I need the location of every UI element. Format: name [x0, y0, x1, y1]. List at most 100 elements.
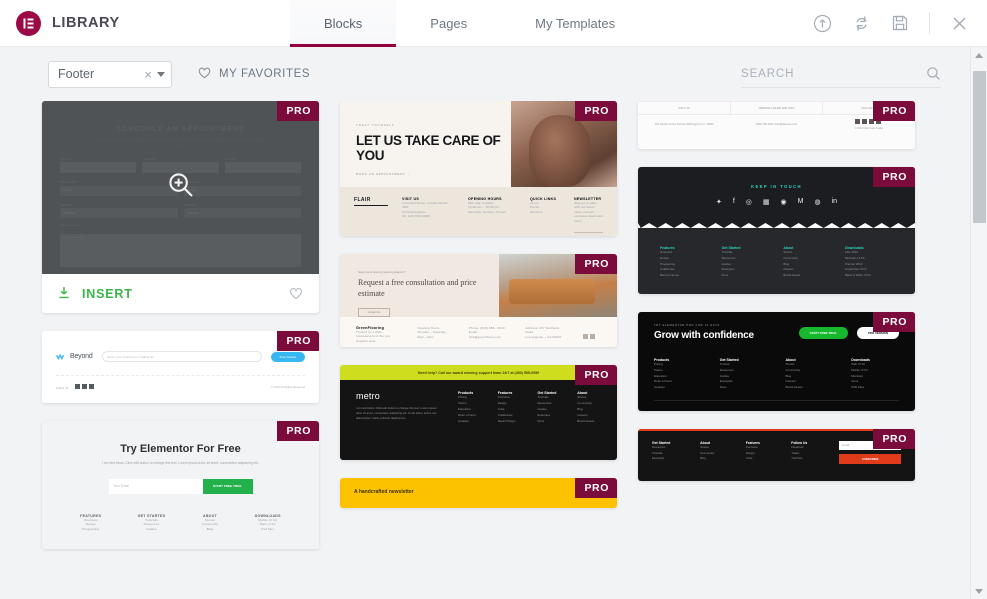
column-heading: ABOUT — [202, 513, 218, 518]
category-select-value: Footer — [58, 67, 95, 81]
chevron-down-icon[interactable] — [157, 71, 165, 77]
template-card-red-subscribe[interactable]: PRO Get Started Resources Tutorials Example… — [638, 429, 915, 481]
column-heading: Address: 257 Northend Road — [525, 326, 560, 335]
close-x-icon[interactable] — [950, 14, 969, 33]
flair-hero-text: TREAT YOURSELF LET US TAKE CARE OF YOU B… — [340, 101, 511, 187]
upload-circle-icon[interactable] — [813, 14, 832, 33]
column-item: Docs — [721, 273, 729, 278]
footer-column: DOWNLOADS Mobile UI Kit Web UI Kit Psd file… — [255, 514, 281, 531]
simple-footer-copyright: © 2019 Flair Care Studio — [854, 126, 884, 130]
scroll-down-arrow[interactable] — [975, 583, 983, 599]
templates-scroll-area[interactable]: PRO SCHEDULE AN APPOINTMENT Reach our se… — [0, 101, 987, 599]
consultation-button: Contact Us — [358, 307, 390, 317]
consultation-question: Need some flooring related guidance? — [358, 270, 406, 274]
try-elementor-footer-columns: FEATURES Overview Design Programing GET STA… — [62, 514, 299, 531]
pinterest-icon: ◍ — [814, 199, 821, 206]
template-thumbnail[interactable]: PRO Try Elementor For Free I am text blo… — [42, 421, 319, 549]
column-item: Blog — [206, 526, 214, 531]
flair-title: LET US TAKE CARE OF YOU — [356, 133, 501, 163]
template-thumbnail[interactable]: PRO VISIT US OPENING HOURS AND INFO FOLL… — [638, 101, 915, 149]
template-card-simple-footer[interactable]: PRO VISIT US OPENING HOURS AND INFO FOLL… — [638, 101, 915, 149]
footer-column: GET STARTED Tutorials Resources Guides — [138, 514, 166, 531]
pro-badge: PRO — [873, 101, 915, 121]
try-elementor-title: Try Elementor For Free — [120, 443, 241, 455]
template-thumbnail[interactable]: PRO SCHEDULE AN APPOINTMENT Reach our se… — [42, 101, 319, 274]
column-item: Black & White UI Kit — [844, 273, 871, 278]
tab-pages[interactable]: Pages — [396, 0, 501, 46]
my-favorites-filter[interactable]: MY FAVORITES — [198, 67, 310, 82]
template-thumbnail[interactable]: PRO Beyond Enter your email for our mail… — [42, 331, 319, 403]
grid-column-1: PRO SCHEDULE AN APPOINTMENT Reach our se… — [42, 101, 319, 599]
tab-my-templates-label: My Templates — [535, 15, 616, 31]
insert-button[interactable]: INSERT — [58, 286, 133, 302]
pro-badge: PRO — [873, 429, 915, 449]
sync-icon[interactable] — [852, 14, 871, 33]
medium-icon: M — [797, 198, 804, 205]
column-item: Updates — [458, 418, 469, 423]
filter-toolbar: Footer × MY FAVORITES — [0, 47, 987, 101]
zoom-preview-icon[interactable] — [166, 170, 196, 205]
template-thumbnail[interactable]: PRO A handcrafted newsletter — [340, 478, 617, 508]
template-card-metro[interactable]: PRO Need help? Call our award winning su… — [340, 365, 617, 460]
tab-blocks-label: Blocks — [324, 15, 363, 31]
template-card-flair[interactable]: PRO TREAT YOURSELF LET US TAKE CARE OF Y… — [340, 101, 617, 236]
beyond-top-row: Beyond Enter your email for our mailing … — [56, 351, 305, 362]
template-thumbnail[interactable]: PRO TREAT YOURSELF LET US TAKE CARE OF Y… — [340, 101, 617, 236]
template-card-beyond[interactable]: PRO Beyond Enter your email for our mail… — [42, 331, 319, 403]
pro-badge: PRO — [575, 101, 617, 121]
template-thumbnail[interactable]: PRO Need some flooring related guidance?… — [340, 254, 617, 347]
favorite-heart-icon[interactable] — [289, 287, 303, 300]
floppy-save-icon[interactable] — [891, 14, 909, 32]
template-card-try-elementor[interactable]: PRO Try Elementor For Free I am text blo… — [42, 421, 319, 549]
search-field[interactable] — [741, 60, 941, 88]
column-item: Los Angeles – CA 90001 — [525, 334, 562, 339]
beyond-divider — [56, 375, 305, 376]
beyond-logo: Beyond — [56, 353, 93, 361]
library-brand: LIBRARY — [0, 0, 290, 46]
column-item: Brand Assets — [783, 273, 801, 278]
tab-pages-label: Pages — [430, 15, 468, 31]
template-card-keep-in-touch[interactable]: PRO KEEP IN TOUCH ✦ f ◎ ▦ ◉ M ◍ in Featu… — [638, 167, 915, 294]
search-input[interactable] — [741, 67, 926, 80]
template-card-amber[interactable]: PRO A handcrafted newsletter — [340, 478, 617, 508]
scrollbar-thumb[interactable] — [973, 71, 986, 223]
pro-badge: PRO — [873, 167, 915, 187]
template-thumbnail[interactable]: PRO TRY ELEMENTOR PRO FOR 14 DAYS Grow w… — [638, 312, 915, 411]
thumbnail-hover-overlay[interactable] — [42, 101, 319, 274]
templates-grid: PRO SCHEDULE AN APPOINTMENT Reach our se… — [0, 101, 987, 599]
pro-badge: PRO — [575, 254, 617, 274]
social-icons: ✦ f ◎ ▦ ◉ M ◍ in — [716, 198, 837, 206]
column-item: 401 Garden Grove Terrace Washington D.C.… — [654, 122, 714, 126]
linkedin-icon: in — [831, 198, 838, 205]
scrollbar-track[interactable] — [971, 63, 987, 583]
tab-my-templates[interactable]: My Templates — [501, 0, 649, 46]
pro-badge: PRO — [277, 101, 319, 121]
template-thumbnail[interactable]: PRO KEEP IN TOUCH ✦ f ◎ ▦ ◉ M ◍ in Featu… — [638, 167, 915, 294]
column-item: YouTube — [791, 456, 803, 461]
column-item: Brand Assets — [577, 418, 595, 423]
category-select[interactable]: Footer × — [48, 60, 172, 88]
scroll-up-arrow[interactable] — [975, 47, 983, 63]
template-card-grow[interactable]: PRO TRY ELEMENTOR PRO FOR 14 DAYS Grow w… — [638, 312, 915, 411]
flair-footer: FLAIR VISIT US 4 Conard Street, London EC… — [340, 187, 617, 236]
consultation-footer: GreenFlooring Trusted by 1,000+ homeowner… — [340, 317, 617, 347]
my-favorites-label: MY FAVORITES — [219, 68, 311, 80]
flair-preview: TREAT YOURSELF LET US TAKE CARE OF YOU B… — [340, 101, 617, 236]
column-heading: GET STARTED — [137, 513, 166, 518]
template-card-consultation[interactable]: PRO Need some flooring related guidance?… — [340, 254, 617, 347]
column-item: Docs — [719, 385, 727, 390]
template-thumbnail[interactable]: PRO Get Started Resources Tutorials Example… — [638, 429, 915, 481]
column-item: (555) 555-2601 hello@flaircare.com — [755, 122, 798, 126]
template-thumbnail[interactable]: PRO Need help? Call our award winning su… — [340, 365, 617, 460]
search-icon[interactable] — [926, 66, 941, 81]
vertical-scrollbar[interactable] — [970, 47, 987, 599]
tab-blocks[interactable]: Blocks — [290, 0, 397, 47]
header-divider — [929, 12, 930, 34]
template-card-appointment[interactable]: PRO SCHEDULE AN APPOINTMENT Reach our se… — [42, 101, 319, 313]
social-icons — [583, 326, 601, 347]
grow-bottom-bar: © All rights reserved — [654, 400, 899, 411]
try-elementor-subtitle: I am text block. Click edit button to ch… — [102, 461, 259, 465]
column-item: PSD Files — [851, 385, 865, 390]
behance-icon: ◉ — [780, 199, 787, 206]
clear-category-icon[interactable]: × — [139, 67, 157, 82]
